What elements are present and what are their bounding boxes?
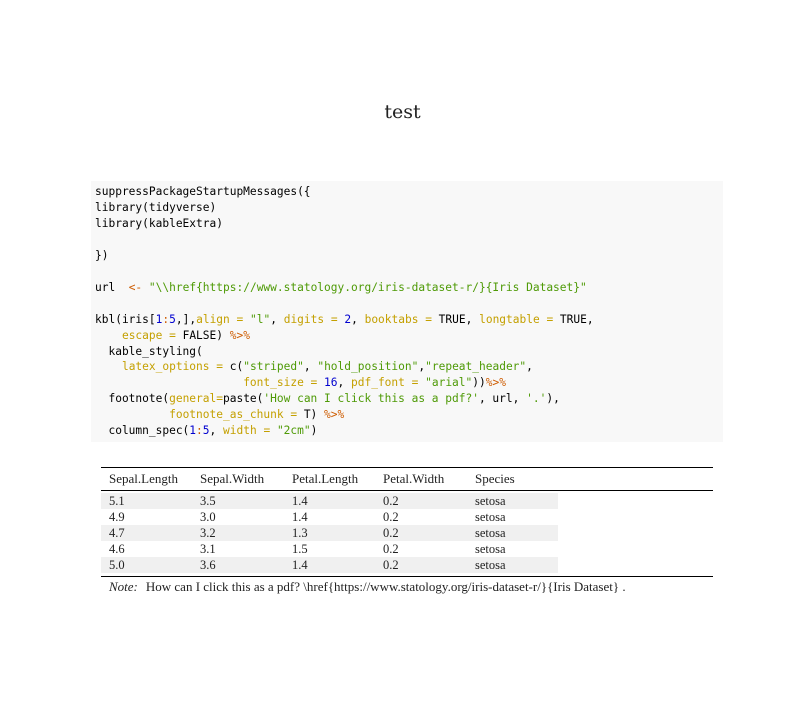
code-line: column_spec(1:5, width = "2cm") <box>95 424 318 438</box>
table-footnote: Note: How can I click this as a pdf? \hre… <box>109 579 626 595</box>
table-cell: 0.2 <box>383 494 399 508</box>
table-row: 4.7 3.2 1.3 0.2 setosa <box>101 525 558 541</box>
table-cell: setosa <box>475 558 506 572</box>
table-cell: 1.5 <box>292 542 308 556</box>
table-cell: 5.1 <box>109 494 125 508</box>
table-cell: setosa <box>475 510 506 524</box>
table-cell: 0.2 <box>383 526 399 540</box>
table-cell: 3.2 <box>200 526 216 540</box>
table-cell: 3.0 <box>200 510 216 524</box>
column-header: Species <box>475 471 515 486</box>
table-cell: 1.3 <box>292 526 308 540</box>
table-cell: 3.5 <box>200 494 216 508</box>
code-block: suppressPackageStartupMessages({ library… <box>91 181 723 442</box>
top-rule <box>101 467 713 468</box>
table-cell: 1.4 <box>292 558 308 572</box>
code-line: library(tidyverse) <box>95 200 217 214</box>
table-cell: 0.2 <box>383 558 399 572</box>
code-line: suppressPackageStartupMessages({ <box>95 185 311 198</box>
mid-rule <box>101 490 713 491</box>
table-cell: 3.1 <box>200 542 216 556</box>
table-row: 5.1 3.5 1.4 0.2 setosa <box>101 493 558 509</box>
note-text: How can I click this as a pdf? \href{htt… <box>145 579 626 594</box>
code-line: latex_options = c("striped", "hold_posit… <box>121 360 533 374</box>
table-cell: 5.0 <box>109 558 125 572</box>
code-line: kbl(iris[1:5,],align = "l", digits = 2, … <box>95 312 594 326</box>
column-header: Petal.Width <box>383 471 445 486</box>
code-line: url <- "\\href{https://www.statology.org… <box>95 280 587 294</box>
table-cell: 3.6 <box>200 558 216 572</box>
note-label: Note: <box>109 579 138 594</box>
code-text: suppressPackageStartupMessages({ library… <box>95 184 594 439</box>
table-cell: setosa <box>475 526 506 540</box>
code-line: library(kableExtra) <box>95 216 223 230</box>
code-line: escape = FALSE) %>% <box>121 328 250 342</box>
code-line: }) <box>95 248 109 262</box>
table-cell: 1.4 <box>292 494 308 508</box>
code-line: kable_styling( <box>95 344 203 358</box>
code-line: footnote_as_chunk = T) %>% <box>169 408 345 422</box>
table-cell: 1.4 <box>292 510 308 524</box>
column-header: Sepal.Width <box>200 471 265 486</box>
code-line: font_size = 16, pdf_font = "arial"))%>% <box>243 376 506 390</box>
table-cell: setosa <box>475 542 506 556</box>
table-cell: 4.9 <box>109 510 125 524</box>
table-row: 5.0 3.6 1.4 0.2 setosa <box>101 557 558 573</box>
table-cell: 4.7 <box>109 526 125 540</box>
table-cell: 4.6 <box>109 542 125 556</box>
table-cell: setosa <box>475 494 506 508</box>
bottom-rule <box>101 576 713 577</box>
column-header: Sepal.Length <box>109 471 178 486</box>
code-line: footnote(general=paste('How can I click … <box>95 392 560 406</box>
table-cell: 0.2 <box>383 510 399 524</box>
table-cell: 0.2 <box>383 542 399 556</box>
document-title: test <box>384 101 421 123</box>
column-header: Petal.Length <box>292 471 359 486</box>
